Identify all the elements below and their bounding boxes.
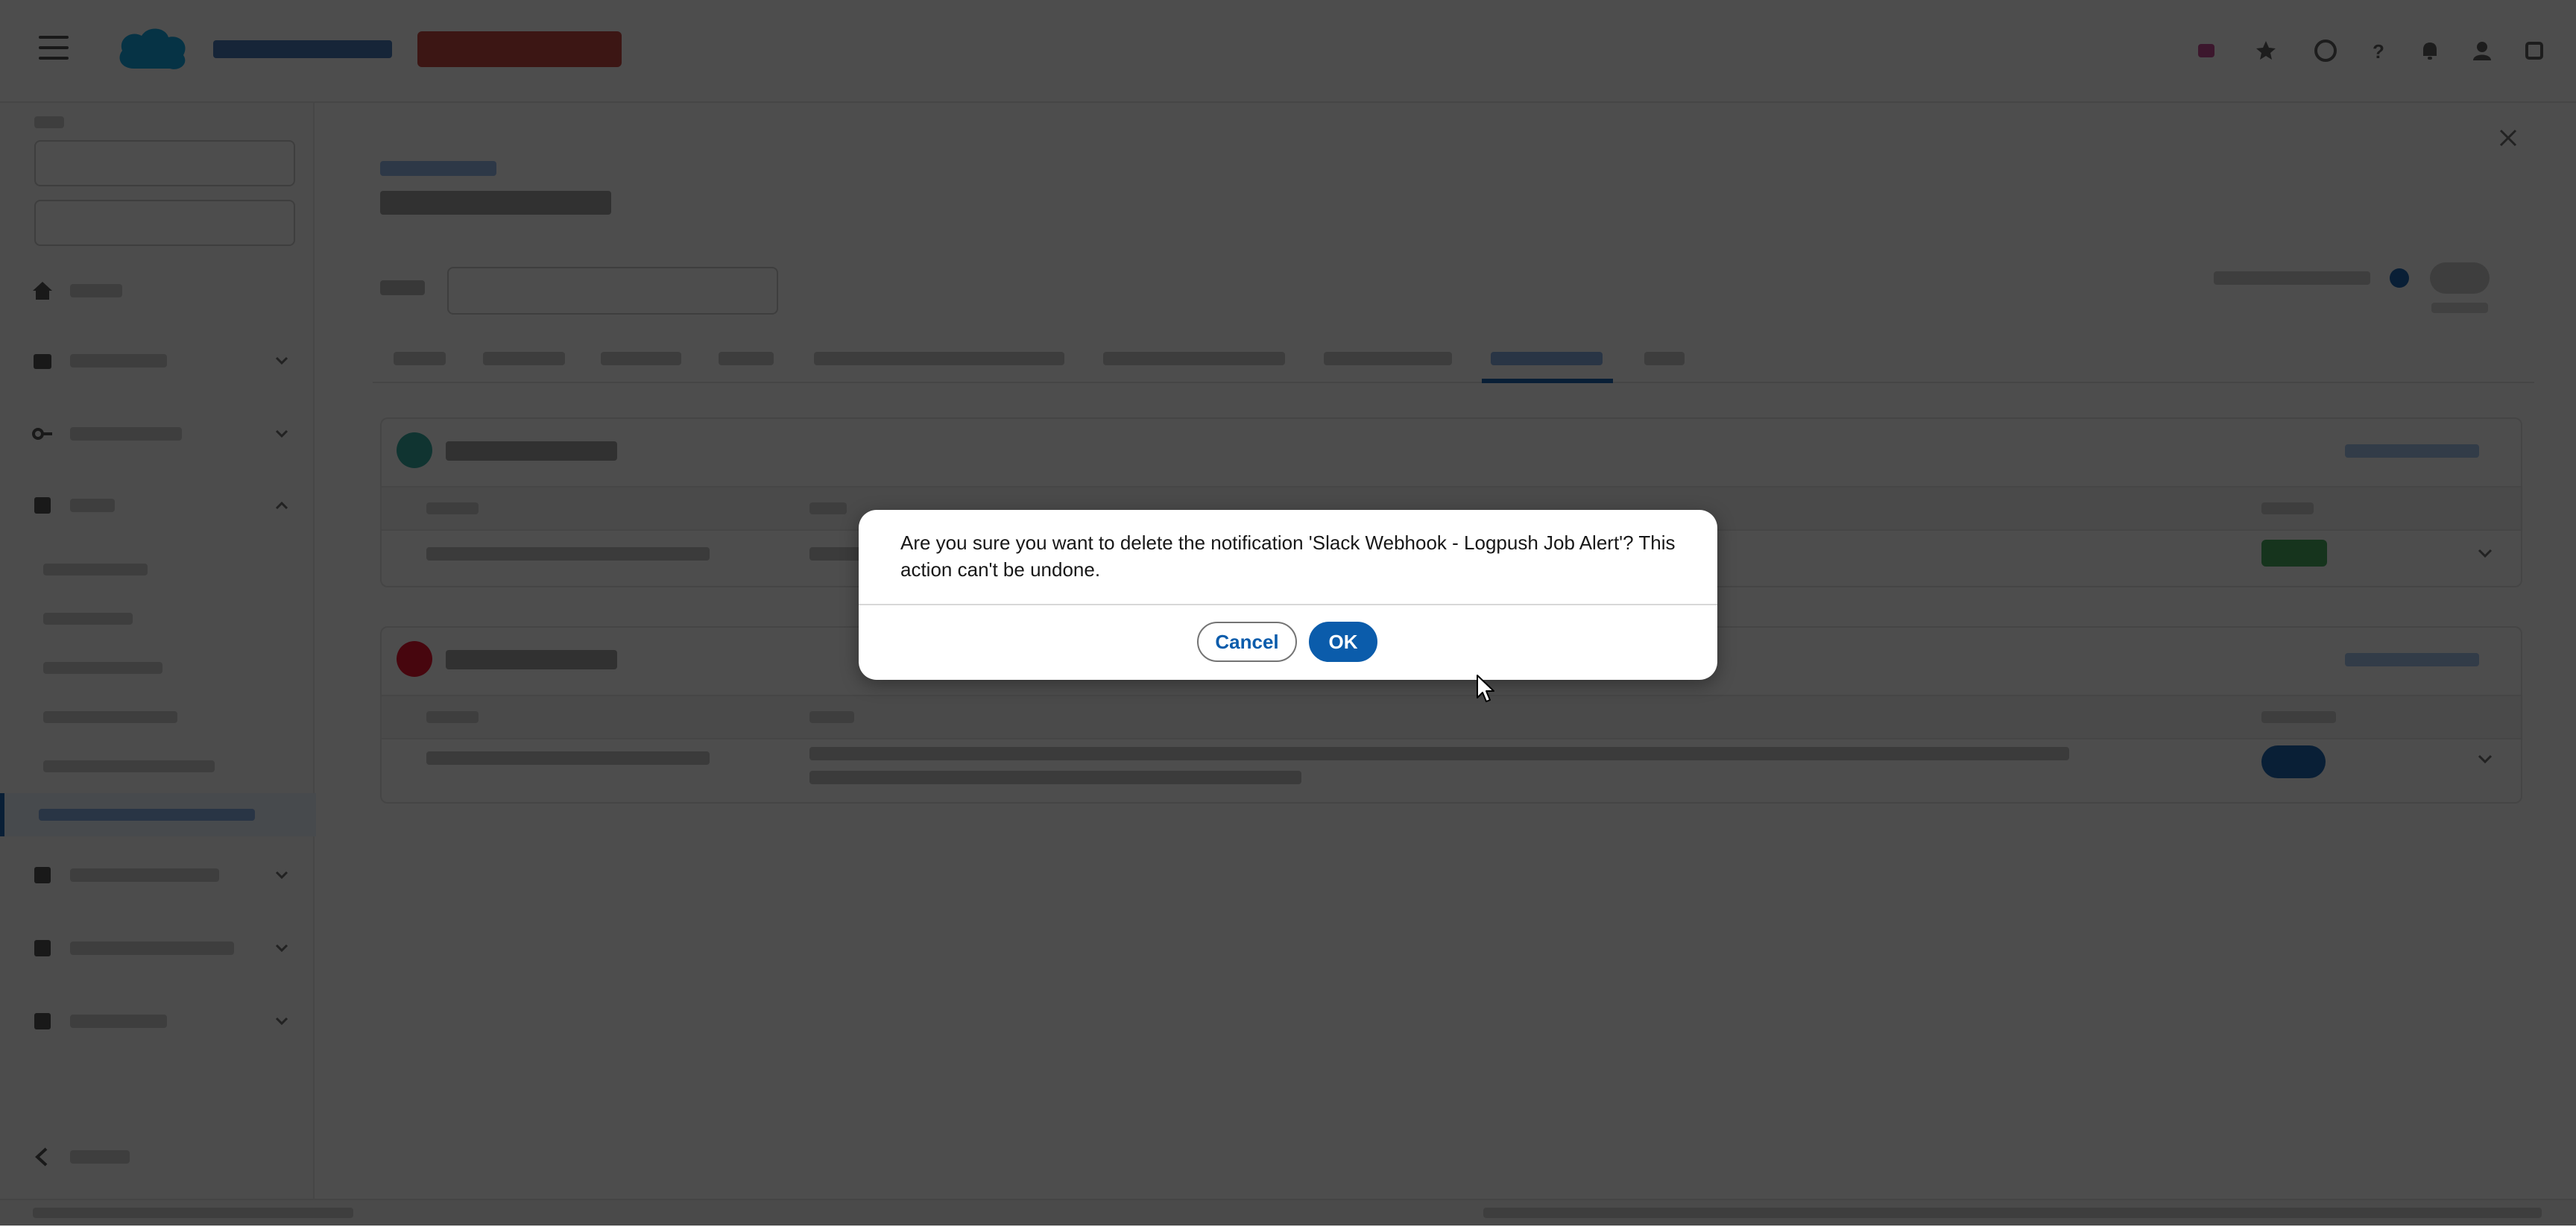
dialog-message: Are you sure you want to delete the noti… xyxy=(900,532,1676,581)
dialog-divider xyxy=(859,604,1717,605)
cancel-button[interactable]: Cancel xyxy=(1197,622,1297,662)
mouse-pointer-icon xyxy=(1477,675,1494,702)
ok-button[interactable]: OK xyxy=(1309,622,1377,662)
confirm-delete-dialog: Are you sure you want to delete the noti… xyxy=(859,510,1717,680)
